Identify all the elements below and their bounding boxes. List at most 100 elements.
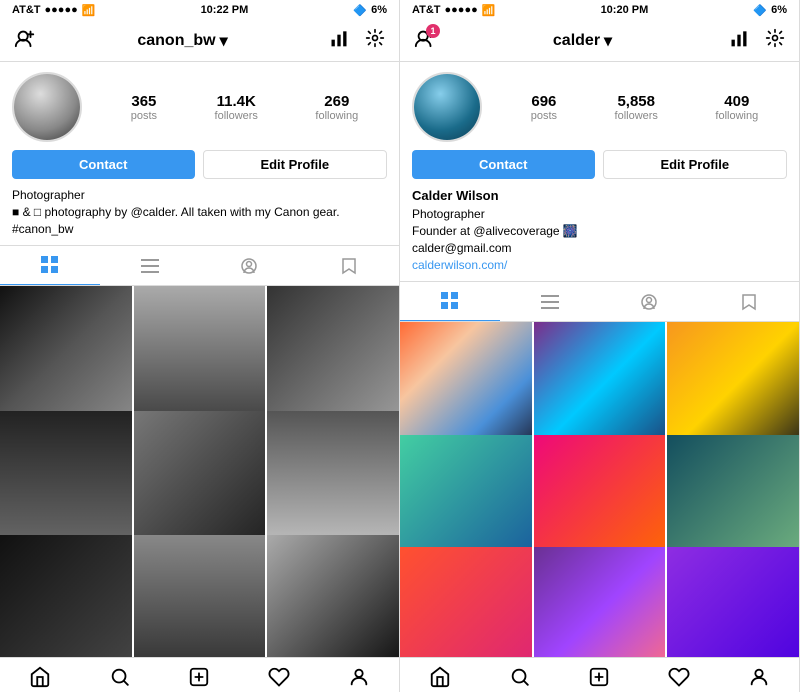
status-right-2: 🔷 6% <box>753 4 787 17</box>
settings-icon-1[interactable] <box>365 28 385 54</box>
add-user-badge-2[interactable]: 1 <box>414 28 436 53</box>
tab-list-1[interactable] <box>100 246 200 285</box>
phone-1: AT&T ●●●●● 📶 10:22 PM 🔷 6% canon_bw ▾ <box>0 0 400 692</box>
stats-row-1: 365 posts 11.4K followers 269 following <box>102 93 387 122</box>
bottom-profile-1[interactable] <box>319 666 399 688</box>
username-title-2[interactable]: calder ▾ <box>553 31 612 51</box>
notification-badge-2: 1 <box>426 24 440 38</box>
bottom-nav-1 <box>0 657 399 692</box>
grid-item-1-1[interactable] <box>0 286 132 418</box>
chart-icon-1[interactable] <box>329 29 349 53</box>
bio-website-2[interactable]: calderwilson.com/ <box>412 257 787 274</box>
bio-title-2: Photographer <box>412 206 787 223</box>
avatar-2 <box>412 72 482 142</box>
bottom-home-2[interactable] <box>400 666 480 688</box>
edit-profile-button-1[interactable]: Edit Profile <box>203 150 388 179</box>
nav-bar-1: canon_bw ▾ <box>0 20 399 62</box>
phone-2: AT&T ●●●●● 📶 10:20 PM 🔷 6% 1 calder ▾ <box>400 0 800 692</box>
stat-followers-2[interactable]: 5,858 followers <box>615 93 658 122</box>
following-label-2: following <box>715 110 758 122</box>
wifi-icon-2: 📶 <box>482 4 496 17</box>
bio-section-1: Photographer ■ & □ photography by @calde… <box>0 187 399 245</box>
grid-item-2-9[interactable] <box>667 547 799 657</box>
bottom-nav-2 <box>400 657 799 692</box>
username-title-1[interactable]: canon_bw ▾ <box>137 31 227 51</box>
followers-count-2: 5,858 <box>617 93 655 110</box>
signal-icon-2: ●●●●● <box>445 4 478 16</box>
username-text-1: canon_bw <box>137 32 215 50</box>
time-2: 10:20 PM <box>601 4 649 16</box>
contact-button-1[interactable]: Contact <box>12 150 195 179</box>
stat-following-2[interactable]: 409 following <box>715 93 758 122</box>
following-label-1: following <box>315 110 358 122</box>
bluetooth-icon-2: 🔷 <box>753 4 767 17</box>
profile-stats-2: 696 posts 5,858 followers 409 following <box>400 62 799 150</box>
status-bar-2: AT&T ●●●●● 📶 10:20 PM 🔷 6% <box>400 0 799 20</box>
bottom-add-1[interactable] <box>160 666 240 688</box>
carrier-2: AT&T <box>412 4 441 16</box>
chevron-icon-1: ▾ <box>220 31 228 51</box>
posts-label-2: posts <box>531 110 557 122</box>
grid-item-1-5[interactable] <box>134 411 266 543</box>
stat-following-1[interactable]: 269 following <box>315 93 358 122</box>
buttons-row-2: Contact Edit Profile <box>400 150 799 187</box>
stat-posts-2[interactable]: 696 posts <box>531 93 557 122</box>
bottom-search-2[interactable] <box>480 666 560 688</box>
bottom-heart-2[interactable] <box>639 666 719 688</box>
tab-saved-1[interactable] <box>299 246 399 285</box>
tab-tagged-1[interactable] <box>200 246 300 285</box>
grid-item-2-7[interactable] <box>400 547 532 657</box>
time-1: 10:22 PM <box>201 4 249 16</box>
posts-count-1: 365 <box>131 93 156 110</box>
stats-row-2: 696 posts 5,858 followers 409 following <box>502 93 787 122</box>
bottom-home-1[interactable] <box>0 666 80 688</box>
following-count-2: 409 <box>724 93 749 110</box>
posts-label-1: posts <box>131 110 157 122</box>
tab-grid-2[interactable] <box>400 282 500 321</box>
nav-right-1 <box>329 28 385 54</box>
avatar-1 <box>12 72 82 142</box>
bluetooth-icon-1: 🔷 <box>353 4 367 17</box>
battery-2: 6% <box>771 4 787 16</box>
contact-button-2[interactable]: Contact <box>412 150 595 179</box>
grid-item-1-2[interactable] <box>134 286 266 418</box>
grid-item-1-3[interactable] <box>267 286 399 418</box>
tab-tagged-2[interactable] <box>600 282 700 321</box>
bottom-heart-1[interactable] <box>239 666 319 688</box>
bio-line2-2: Founder at @alivecoverage 🎆 <box>412 223 787 240</box>
stat-followers-1[interactable]: 11.4K followers <box>215 93 258 122</box>
edit-profile-button-2[interactable]: Edit Profile <box>603 150 788 179</box>
bio-email-2: calder@gmail.com <box>412 240 787 257</box>
profile-stats-1: 365 posts 11.4K followers 269 following <box>0 62 399 150</box>
chart-icon-2[interactable] <box>729 29 749 53</box>
bottom-profile-2[interactable] <box>719 666 799 688</box>
chevron-icon-2: ▾ <box>604 31 612 51</box>
bio-title-1: Photographer <box>12 187 387 204</box>
stat-posts-1[interactable]: 365 posts <box>131 93 157 122</box>
tab-list-2[interactable] <box>500 282 600 321</box>
grid-item-2-8[interactable] <box>534 547 666 657</box>
bio-section-2: Calder Wilson Photographer Founder at @a… <box>400 187 799 281</box>
wifi-icon-1: 📶 <box>82 4 96 17</box>
battery-1: 6% <box>371 4 387 16</box>
grid-item-1-9[interactable] <box>267 535 399 657</box>
username-text-2: calder <box>553 32 600 50</box>
grid-item-1-7[interactable] <box>0 535 132 657</box>
settings-icon-2[interactable] <box>765 28 785 54</box>
status-left-1: AT&T ●●●●● 📶 <box>12 4 95 17</box>
buttons-row-1: Contact Edit Profile <box>0 150 399 187</box>
bottom-search-1[interactable] <box>80 666 160 688</box>
tabs-row-1 <box>0 245 399 286</box>
posts-count-2: 696 <box>531 93 556 110</box>
add-user-icon-1[interactable] <box>14 28 36 54</box>
grid-item-1-6[interactable] <box>267 411 399 543</box>
tab-grid-1[interactable] <box>0 246 100 285</box>
tab-saved-2[interactable] <box>699 282 799 321</box>
nav-bar-2: 1 calder ▾ <box>400 20 799 62</box>
grid-item-1-4[interactable] <box>0 411 132 543</box>
status-bar-1: AT&T ●●●●● 📶 10:22 PM 🔷 6% <box>0 0 399 20</box>
photo-grid-2 <box>400 322 799 657</box>
tabs-row-2 <box>400 281 799 322</box>
grid-item-1-8[interactable] <box>134 535 266 657</box>
bottom-add-2[interactable] <box>560 666 640 688</box>
